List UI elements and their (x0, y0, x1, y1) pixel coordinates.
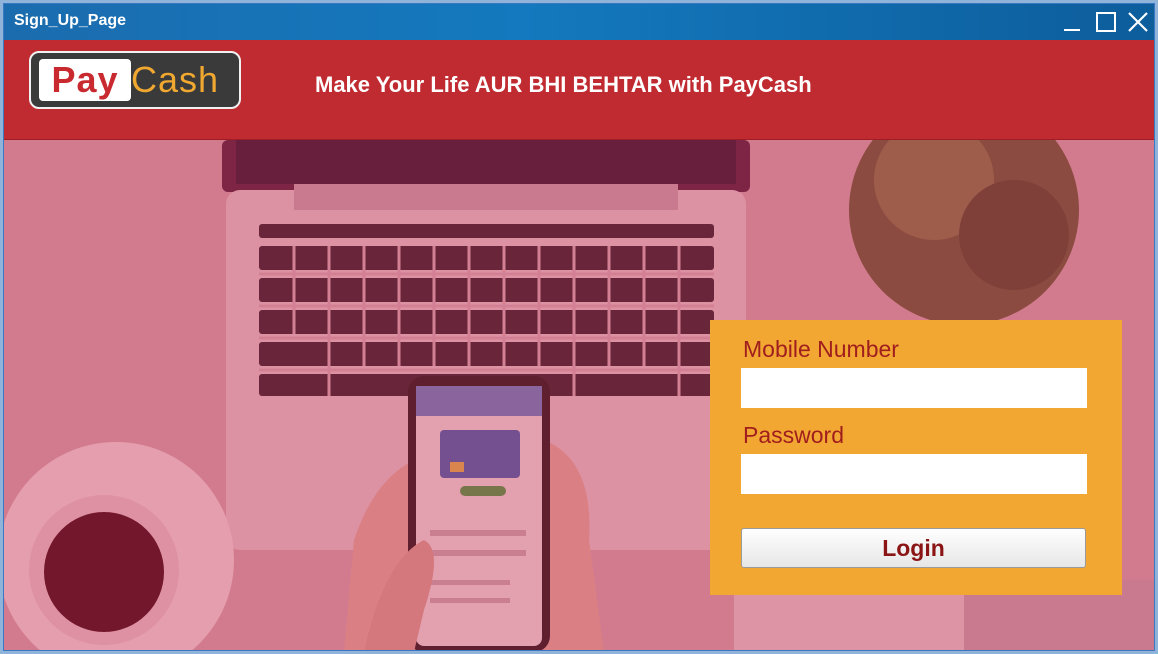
close-button[interactable] (1124, 8, 1152, 36)
password-input[interactable] (741, 454, 1087, 494)
app-window: Sign_Up_Page Pay Cash Make Your Life AUR… (3, 3, 1155, 651)
logo-pay-text: Pay (39, 59, 131, 101)
password-label: Password (743, 422, 844, 448)
minimize-button[interactable] (1058, 8, 1086, 36)
mobile-number-label: Mobile Number (743, 336, 899, 362)
background-photo: Mobile Number Password Login (4, 140, 1154, 650)
logo-cash-text: Cash (131, 59, 220, 100)
title-bar[interactable]: Sign_Up_Page (4, 4, 1154, 40)
login-button[interactable]: Login (741, 528, 1086, 568)
maximize-button[interactable] (1092, 8, 1120, 36)
paycash-logo: Pay Cash (29, 51, 241, 109)
minimize-icon (1064, 29, 1080, 31)
mobile-number-input[interactable] (741, 368, 1087, 408)
app-header: Pay Cash Make Your Life AUR BHI BEHTAR w… (4, 40, 1154, 140)
window-title: Sign_Up_Page (14, 12, 127, 29)
login-panel: Mobile Number Password Login (710, 320, 1122, 595)
close-icon (1128, 12, 1148, 32)
tagline: Make Your Life AUR BHI BEHTAR with PayCa… (315, 72, 812, 97)
maximize-icon (1096, 12, 1116, 32)
